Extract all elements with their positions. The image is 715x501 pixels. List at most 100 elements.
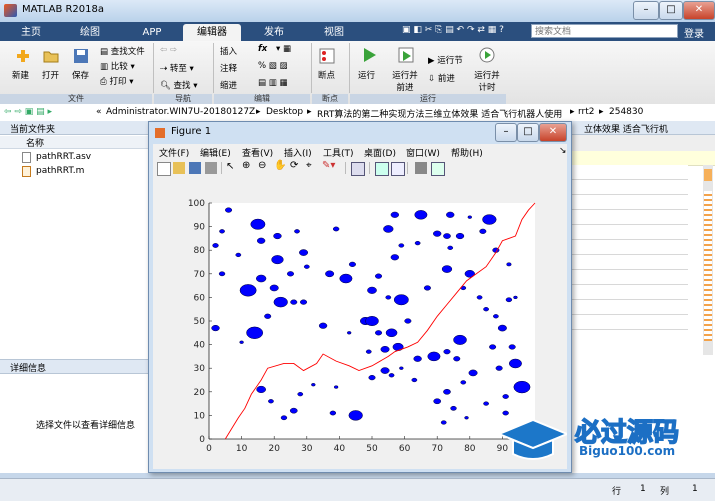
search-input[interactable] — [531, 24, 678, 38]
maximize-button[interactable]: □ — [659, 1, 683, 20]
open-file-icon[interactable] — [173, 162, 185, 174]
status-bar: 行 1 列 1 — [0, 478, 715, 501]
brush-icon[interactable]: ✎▾ — [322, 160, 335, 171]
edit-tool-icons-row2[interactable]: % ▧ ▨ — [258, 61, 288, 71]
file-list-item[interactable]: pathRRT.m — [22, 166, 142, 178]
open-button[interactable]: 打开 — [42, 69, 59, 81]
menu-edit[interactable]: 编辑(E) — [200, 146, 231, 159]
print-button[interactable]: ⎙ 打印 ▾ — [100, 75, 134, 87]
code-analyzer-marker[interactable] — [704, 169, 712, 181]
comment-button[interactable]: 注释 — [220, 62, 237, 74]
breadcrumb-separator: ▸ — [307, 107, 312, 117]
show-plot-tools-icon[interactable] — [431, 162, 445, 176]
pointer-icon[interactable]: ↖ — [226, 161, 234, 172]
print-figure-icon[interactable] — [205, 162, 217, 174]
indent-button[interactable]: 缩进 — [220, 79, 237, 91]
obstacle-point — [506, 262, 512, 267]
breadcrumb-user[interactable]: Administrator.WIN7U-20180127Z — [106, 107, 255, 117]
menu-file[interactable]: 文件(F) — [159, 146, 189, 159]
figure-close-button[interactable]: ✕ — [539, 123, 567, 142]
group-label-run: 运行 — [350, 94, 506, 104]
breadcrumb-rrt2[interactable]: rrt2 — [578, 107, 595, 117]
legend-icon[interactable] — [391, 162, 405, 176]
insert-button[interactable]: 插入 — [220, 45, 237, 57]
obstacle-point — [388, 373, 395, 378]
figure-maximize-button[interactable]: □ — [517, 123, 539, 142]
run-button[interactable]: 运行 — [358, 69, 375, 81]
find-label: 查找 — [173, 81, 191, 91]
toolbar-separator — [221, 162, 222, 174]
goto-button[interactable]: ⇢ 转至 ▾ — [160, 62, 194, 74]
link-plot-icon[interactable] — [351, 162, 365, 176]
menu-window[interactable]: 窗口(W) — [406, 146, 440, 159]
run-advance-button[interactable]: 运行并前进 — [390, 69, 420, 93]
obstacle-point — [464, 416, 469, 420]
save-figure-icon[interactable] — [189, 162, 201, 174]
status-row-label: 行 — [612, 487, 622, 497]
new-figure-icon[interactable] — [157, 162, 171, 176]
y-tick-label: 30 — [194, 364, 206, 374]
details-header[interactable]: 详细信息 — [0, 359, 148, 374]
figure-icon — [155, 128, 165, 138]
close-button[interactable]: ✕ — [683, 1, 715, 20]
obstacle-point — [239, 340, 244, 344]
tab-apps[interactable]: APP — [124, 24, 180, 41]
menu-help[interactable]: 帮助(H) — [451, 146, 483, 159]
address-nav-icons[interactable]: ⇦ ⇨ ▣ ▤ ▸ — [4, 107, 52, 117]
breakpoints-button[interactable]: 断点 — [318, 69, 335, 81]
tab-view[interactable]: 视图 — [306, 24, 362, 41]
fx-icon[interactable]: fx — [258, 44, 267, 54]
data-cursor-icon[interactable]: ⌖ — [306, 160, 312, 171]
x-tick-label: 0 — [206, 444, 212, 454]
name-column-header[interactable]: 名称 — [0, 136, 148, 149]
y-tick-label: 0 — [199, 435, 205, 445]
obstacle-point — [414, 240, 421, 246]
breadcrumb-folder[interactable]: 254830 — [609, 107, 643, 117]
menu-desktop[interactable]: 桌面(D) — [364, 146, 396, 159]
menu-insert[interactable]: 插入(I) — [284, 146, 312, 159]
obstacle-point — [460, 380, 467, 385]
tab-home[interactable]: 主页 — [6, 24, 56, 41]
login-link[interactable]: 登录 — [684, 25, 704, 40]
breadcrumb-project[interactable]: RRT算法的第二种实现方法三维立体效果 适合飞行机器人使用 — [317, 107, 562, 120]
tab-publish[interactable]: 发布 — [246, 24, 302, 41]
edit-tool-icons-row1[interactable]: ▾ ▦ — [276, 44, 291, 54]
breadcrumb-root[interactable]: « — [96, 107, 102, 117]
run-section-button[interactable]: ▶ 运行节 — [428, 54, 463, 66]
minimize-button[interactable]: – — [633, 1, 659, 20]
y-tick-label: 60 — [194, 293, 206, 303]
file-list-item[interactable]: pathRRT.asv — [22, 152, 142, 164]
hide-plot-tools-icon[interactable] — [415, 162, 427, 174]
quick-access-toolbar[interactable]: ▣ ◧ ✂ ⎘ ▤ ↶ ↷ ⇄ ▦ ? — [402, 25, 522, 37]
y-tick-label: 20 — [194, 388, 206, 398]
y-tick-label: 40 — [194, 341, 206, 351]
new-button[interactable]: 新建 — [12, 69, 29, 81]
zoom-in-icon[interactable]: ⊕ — [242, 160, 250, 171]
find-button[interactable]: 🔍︎ 查找 ▾ — [160, 79, 197, 91]
breadcrumb-desktop[interactable]: Desktop — [266, 107, 303, 117]
menu-tools[interactable]: 工具(T) — [323, 146, 354, 159]
edit-tool-icons-row3[interactable]: ▤ ▥ ▦ — [258, 78, 288, 88]
obstacle-point — [502, 394, 509, 399]
matlab-file-icon — [22, 166, 31, 177]
print-label: 打印 — [109, 77, 127, 87]
run-time-button[interactable]: 运行并计时 — [472, 69, 502, 93]
compare-button[interactable]: ▥ 比较 ▾ — [100, 60, 135, 72]
find-files-button[interactable]: ▤ 查找文件 — [100, 45, 145, 57]
tab-plots[interactable]: 绘图 — [62, 24, 118, 41]
save-button[interactable]: 保存 — [72, 69, 89, 81]
zoom-out-icon[interactable]: ⊖ — [258, 160, 266, 171]
menu-view[interactable]: 查看(V) — [242, 146, 273, 159]
advance-button[interactable]: ⇩ 前进 — [428, 72, 455, 84]
obstacle-point — [383, 225, 394, 233]
obstacle-point — [393, 294, 409, 306]
colorbar-icon[interactable] — [375, 162, 389, 176]
nav-back-forward[interactable]: ⇦ ⇨ — [160, 45, 177, 55]
tab-editor[interactable]: 编辑器 — [183, 24, 241, 41]
obstacle-point — [264, 313, 272, 319]
pan-icon[interactable]: ✋ — [274, 160, 286, 171]
editor-tab-bar[interactable]: 立体效果 适合飞行机 — [570, 121, 715, 135]
dock-arrow-icon[interactable]: ↘ — [559, 146, 567, 156]
rotate-icon[interactable]: ⟳ — [290, 160, 298, 171]
figure-minimize-button[interactable]: – — [495, 123, 517, 142]
